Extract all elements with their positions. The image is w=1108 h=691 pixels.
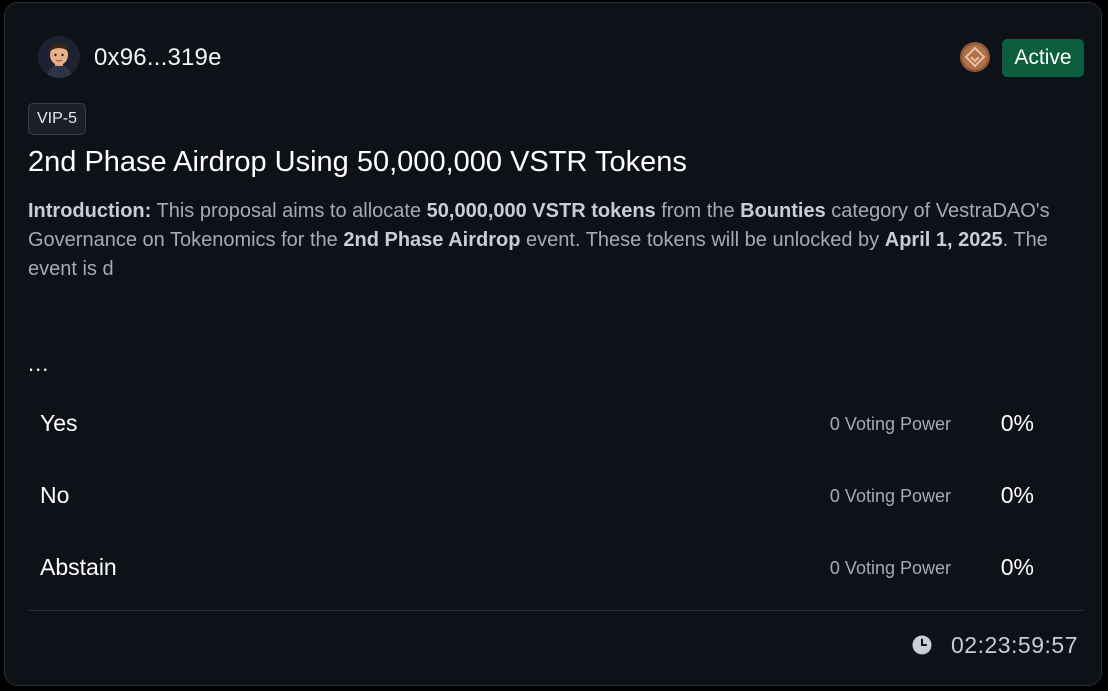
vote-options: Yes 0 Voting Power 0% No 0 Voting Power … [28, 387, 1083, 603]
desc-bold-4: April 1, 2025 [884, 229, 1003, 251]
option-label: No [40, 482, 70, 508]
author-avatar[interactable] [38, 36, 80, 78]
vote-option-no[interactable]: No 0 Voting Power 0% [28, 459, 1083, 531]
proposal-title[interactable]: 2nd Phase Airdrop Using 50,000,000 VSTR … [28, 146, 687, 179]
read-more-ellipsis[interactable]: ... [28, 351, 49, 377]
countdown-timer: 02:23:59:57 [950, 632, 1078, 658]
option-voting-power: 0 Voting Power [829, 414, 951, 434]
desc-text-2: from the [655, 200, 741, 222]
proposal-card[interactable]: 0x96...319e Active VIP-5 2nd Phase Airdr… [4, 2, 1102, 686]
status-badge: Active [1002, 39, 1084, 77]
option-label: Abstain [40, 554, 117, 580]
avatar-illustration [38, 36, 80, 78]
option-voting-power: 0 Voting Power [829, 486, 951, 506]
option-voting-power: 0 Voting Power [829, 558, 951, 578]
desc-bold-2: Bounties [740, 200, 826, 222]
desc-text-1: This proposal aims to allocate [151, 200, 427, 222]
proposal-description: Introduction: This proposal aims to allo… [28, 197, 1088, 284]
option-label: Yes [40, 410, 78, 436]
desc-bold-3: 2nd Phase Airdrop [343, 229, 521, 251]
desc-bold-1: 50,000,000 VSTR tokens [426, 200, 656, 222]
desc-text-4: event. These tokens will be unlocked by [520, 229, 885, 251]
intro-label: Introduction: [28, 200, 152, 222]
author-address[interactable]: 0x96...319e [94, 44, 222, 72]
option-percentage: 0% [1000, 554, 1034, 580]
vote-option-yes[interactable]: Yes 0 Voting Power 0% [28, 387, 1083, 459]
proposal-id-tag: VIP-5 [28, 103, 87, 135]
option-percentage: 0% [1000, 482, 1034, 508]
clock-icon [912, 635, 932, 655]
bronze-badge-icon [960, 42, 990, 72]
option-percentage: 0% [1000, 410, 1034, 436]
vote-option-abstain[interactable]: Abstain 0 Voting Power 0% [28, 531, 1083, 603]
footer-divider [28, 610, 1084, 611]
